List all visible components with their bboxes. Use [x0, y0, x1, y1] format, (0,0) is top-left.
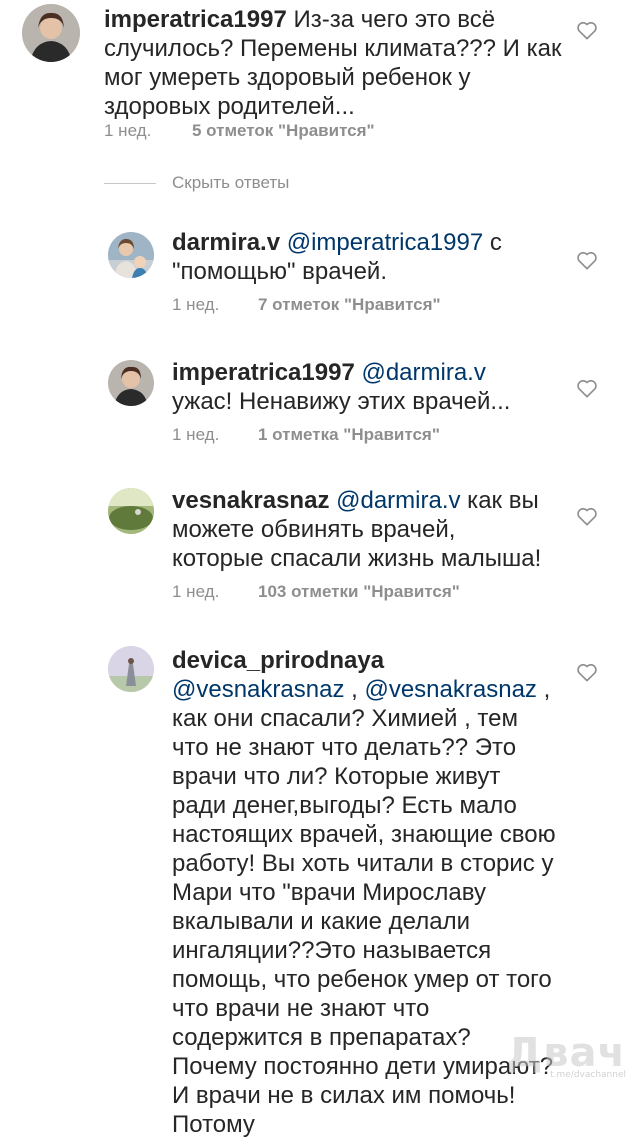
avatar[interactable]	[108, 488, 154, 534]
comment-likes[interactable]: 1 отметка "Нравится"	[258, 425, 440, 445]
comment-text: vesnakrasnaz @darmira.v как вы можете об…	[172, 486, 552, 573]
avatar[interactable]	[108, 360, 154, 406]
comment-username[interactable]: vesnakrasnaz	[172, 487, 329, 514]
watermark-logo: Двач t.me/dvachannel	[507, 1030, 626, 1080]
comment-meta: 1 нед. 103 отметки "Нравится"	[172, 582, 460, 602]
watermark-subtext: t.me/dvachannel	[550, 1070, 626, 1080]
comment-mention[interactable]: @vesnakrasnaz	[172, 676, 344, 703]
comment-likes[interactable]: 7 отметок "Нравится"	[258, 295, 441, 315]
comment-username[interactable]: imperatrica1997	[104, 6, 287, 33]
comment-username[interactable]: darmira.v	[172, 229, 280, 256]
comment-body: ,	[344, 676, 358, 703]
comment-body: , как они спасали? Химией , тем что не з…	[172, 676, 556, 1138]
comment-mention[interactable]: @darmira.v	[336, 487, 460, 514]
heart-outline-icon[interactable]	[576, 506, 598, 526]
comment-mention[interactable]: @imperatrica1997	[287, 229, 483, 256]
comment-likes[interactable]: 5 отметок "Нравится"	[192, 121, 375, 141]
comment-text: imperatrica1997 @darmira.v ужас! Ненавиж…	[172, 358, 552, 416]
heart-outline-icon[interactable]	[576, 20, 598, 40]
comment-text: imperatrica1997 Из-за чего это всё случи…	[104, 5, 574, 121]
comment-time: 1 нед.	[104, 121, 152, 140]
hide-replies-button[interactable]: Скрыть ответы	[104, 173, 289, 193]
hide-replies-label: Скрыть ответы	[172, 173, 290, 192]
heart-outline-icon[interactable]	[576, 662, 598, 682]
comment-time: 1 нед.	[172, 295, 220, 314]
avatar[interactable]	[108, 232, 154, 278]
heart-outline-icon[interactable]	[576, 378, 598, 398]
comment-username[interactable]: devica_prirodnaya	[172, 647, 384, 674]
avatar[interactable]	[108, 646, 154, 692]
comment-meta: 1 нед. 7 отметок "Нравится"	[172, 295, 441, 315]
comment-time: 1 нед.	[172, 425, 220, 444]
comment-mention[interactable]: @darmira.v	[361, 359, 485, 386]
divider	[104, 182, 156, 184]
avatar[interactable]	[22, 4, 80, 62]
comment-text: darmira.v @imperatrica1997 с "помощью" в…	[172, 228, 502, 286]
comment-text: devica_prirodnaya @vesnakrasnaz , @vesna…	[172, 646, 557, 1139]
comment-meta: 1 нед. 5 отметок "Нравится"	[104, 121, 375, 141]
heart-outline-icon[interactable]	[576, 250, 598, 270]
comment-time: 1 нед.	[172, 582, 220, 601]
comment-username[interactable]: imperatrica1997	[172, 359, 355, 386]
comment-likes[interactable]: 103 отметки "Нравится"	[258, 582, 460, 602]
comment-meta: 1 нед. 1 отметка "Нравится"	[172, 425, 440, 445]
comment-mention[interactable]: @vesnakrasnaz	[364, 676, 536, 703]
comment-body: ужас! Ненавижу этих врачей...	[172, 388, 511, 415]
